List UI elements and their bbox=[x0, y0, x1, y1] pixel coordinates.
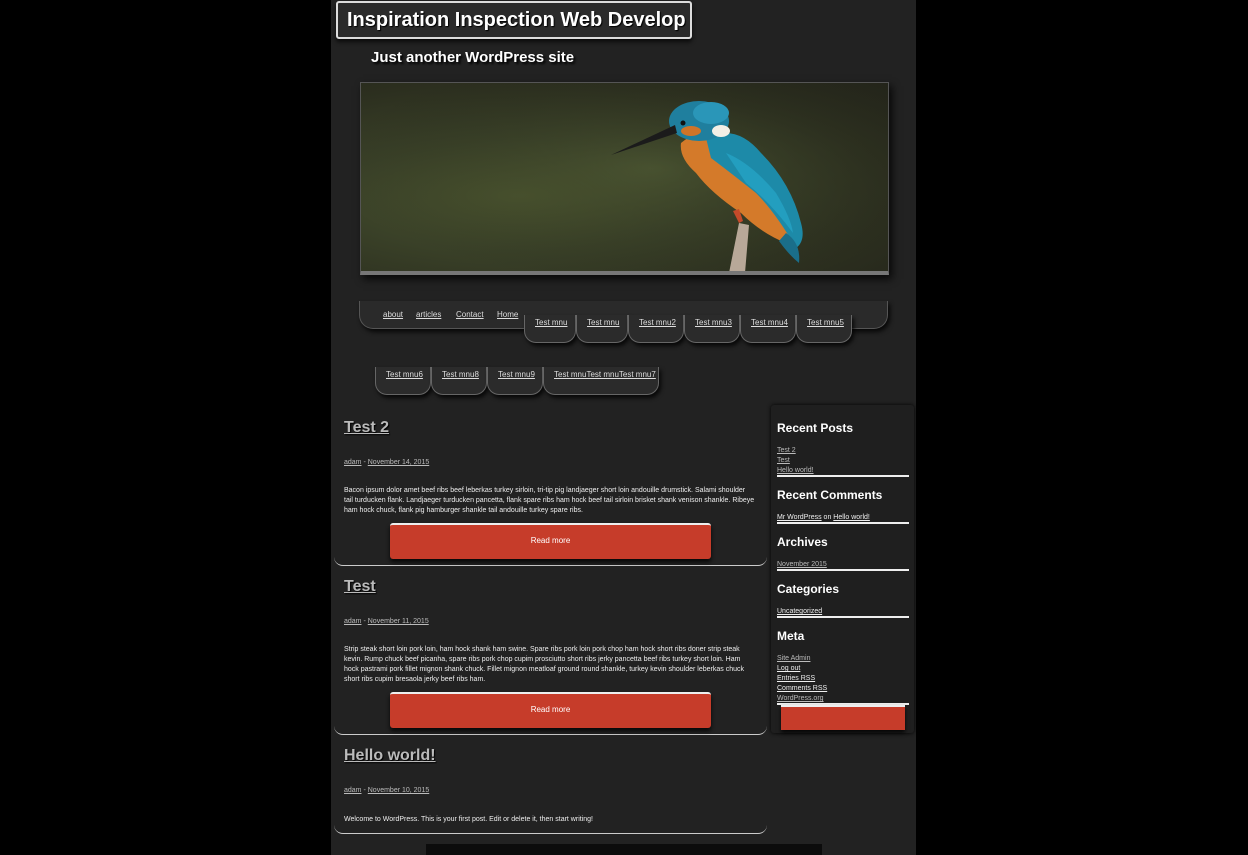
nav-tab-test-mnu5[interactable]: Test mnu5 bbox=[796, 315, 852, 343]
post-author-link[interactable]: adam bbox=[344, 459, 362, 466]
nav-tab-test-mnu7[interactable]: Test mnuTest mnuTest mnu7 bbox=[543, 367, 659, 395]
meta-link-log-out[interactable]: Log out bbox=[777, 665, 800, 672]
post-title[interactable]: Hello world! bbox=[344, 747, 436, 765]
widget-divider bbox=[777, 616, 909, 618]
widget-divider bbox=[777, 522, 909, 524]
post-test: Test adam - November 11, 2015 Strip stea… bbox=[334, 566, 767, 735]
meta-heading: Meta bbox=[777, 629, 805, 643]
recent-comment-item: Mr WordPress on Hello world! bbox=[777, 514, 870, 521]
post-title[interactable]: Test bbox=[344, 578, 376, 596]
nav-tab-test-mnu2[interactable]: Test mnu2 bbox=[628, 315, 684, 343]
recent-post-link[interactable]: Test 2 bbox=[777, 447, 796, 454]
widget-divider bbox=[777, 475, 909, 477]
sidebar: Recent Posts Test 2 Test Hello world! Re… bbox=[771, 405, 914, 733]
comment-on-text: on bbox=[821, 514, 834, 521]
read-more-button[interactable]: Read more bbox=[390, 692, 711, 728]
post-date-link[interactable]: November 14, 2015 bbox=[368, 459, 429, 466]
category-link[interactable]: Uncategorized bbox=[777, 608, 822, 615]
site-title[interactable]: Inspiration Inspection Web Develop bbox=[336, 1, 692, 39]
meta-link-entries-rss[interactable]: Entries RSS bbox=[777, 675, 815, 682]
post-meta: adam - November 10, 2015 bbox=[344, 787, 429, 794]
nav-tab-test-mnu-b[interactable]: Test mnu bbox=[576, 315, 628, 343]
post-date-link[interactable]: November 10, 2015 bbox=[368, 787, 429, 794]
post-meta: adam - November 14, 2015 bbox=[344, 459, 429, 466]
site-tagline: Just another WordPress site bbox=[371, 49, 575, 66]
post-author-link[interactable]: adam bbox=[344, 618, 362, 625]
recent-comments-heading: Recent Comments bbox=[777, 488, 883, 502]
footer-bar bbox=[426, 844, 822, 855]
comment-post-link[interactable]: Hello world! bbox=[833, 514, 870, 521]
post-hello-world: Hello world! adam - November 10, 2015 We… bbox=[334, 735, 767, 834]
post-excerpt: Strip steak short loin pork loin, ham ho… bbox=[344, 646, 744, 683]
post-test-2: Test 2 adam - November 14, 2015 Bacon ip… bbox=[334, 405, 767, 566]
nav-tab-test-mnu6[interactable]: Test mnu6 bbox=[375, 367, 431, 395]
header-banner-image bbox=[360, 82, 889, 275]
post-excerpt: Bacon ipsum dolor amet beef ribs beef le… bbox=[344, 487, 755, 514]
nav-link-about[interactable]: about bbox=[383, 310, 403, 319]
recent-posts-heading: Recent Posts bbox=[777, 421, 854, 435]
archives-heading: Archives bbox=[777, 535, 828, 549]
nav-tab-test-mnu9[interactable]: Test mnu9 bbox=[487, 367, 543, 395]
meta-link-comments-rss[interactable]: Comments RSS bbox=[777, 685, 827, 692]
nav-tab-test-mnu8[interactable]: Test mnu8 bbox=[431, 367, 487, 395]
post-excerpt: Welcome to WordPress. This is your first… bbox=[344, 816, 593, 823]
widget-divider bbox=[777, 569, 909, 571]
nav-link-articles[interactable]: articles bbox=[416, 310, 441, 319]
nav-tab-test-mnu3[interactable]: Test mnu3 bbox=[684, 315, 740, 343]
meta-link-site-admin[interactable]: Site Admin bbox=[777, 655, 810, 662]
categories-heading: Categories bbox=[777, 582, 840, 596]
page-container: Inspiration Inspection Web Develop Just … bbox=[331, 0, 916, 855]
nav-tab-test-mnu4[interactable]: Test mnu4 bbox=[740, 315, 796, 343]
post-title[interactable]: Test 2 bbox=[344, 419, 389, 437]
kingfisher-illustration bbox=[361, 83, 888, 271]
comment-author-link[interactable]: Mr WordPress bbox=[777, 514, 822, 521]
meta-link-wordpress-org[interactable]: WordPress.org bbox=[777, 695, 824, 702]
archive-link[interactable]: November 2015 bbox=[777, 561, 827, 568]
post-date-link[interactable]: November 11, 2015 bbox=[368, 618, 429, 625]
sidebar-red-button[interactable] bbox=[781, 705, 905, 730]
post-author-link[interactable]: adam bbox=[344, 787, 362, 794]
nav-link-home[interactable]: Home bbox=[497, 310, 518, 319]
nav-link-contact[interactable]: Contact bbox=[456, 310, 484, 319]
nav-tab-test-mnu[interactable]: Test mnu bbox=[524, 315, 576, 343]
post-meta: adam - November 11, 2015 bbox=[344, 618, 429, 625]
recent-post-link[interactable]: Hello world! bbox=[777, 467, 814, 474]
recent-post-link[interactable]: Test bbox=[777, 457, 790, 464]
read-more-button[interactable]: Read more bbox=[390, 523, 711, 559]
